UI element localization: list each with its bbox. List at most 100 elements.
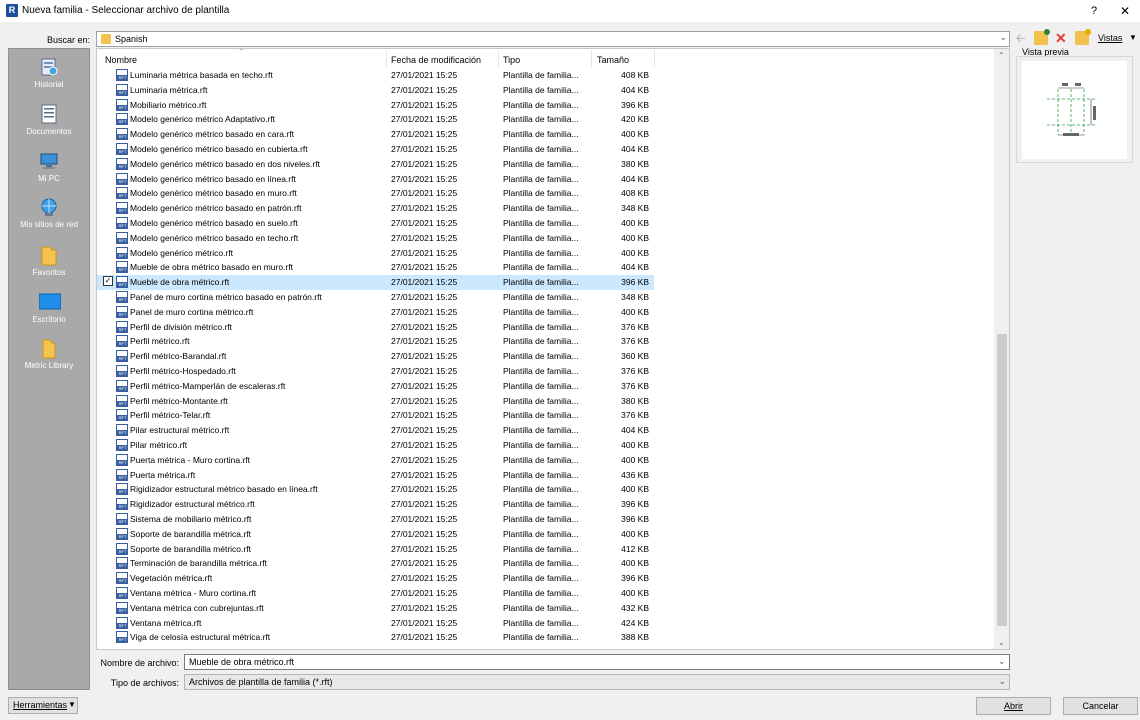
file-row[interactable]: Modelo genérico métrico.rft 27/01/2021 15…: [97, 246, 654, 261]
file-row[interactable]: Panel de muro cortina métrico.rft 27/01/2…: [97, 305, 654, 320]
file-row[interactable]: Perfil métrico-Telar.rft 27/01/2021 15:25…: [97, 408, 654, 423]
file-row[interactable]: Puerta métrica - Muro cortina.rft 27/01/2…: [97, 453, 654, 468]
file-name: Perfil métrico-Barandal.rft: [130, 351, 227, 362]
file-row[interactable]: Ventana métrica con cubrejuntas.rft 27/01…: [97, 601, 654, 616]
file-size: 400 KB: [621, 247, 649, 258]
file-type: Plantilla de familia...: [503, 543, 579, 554]
rft-file-icon: [116, 98, 128, 111]
chevron-down-icon[interactable]: ⌄: [998, 656, 1006, 667]
file-row[interactable]: Modelo genérico métrico basado en suelo.…: [97, 216, 654, 231]
file-list[interactable]: ⌃ Nombre Fecha de modificación Tipo Tama…: [96, 48, 1010, 650]
delete-icon[interactable]: ✕: [1055, 31, 1069, 45]
filename-input[interactable]: [184, 654, 1010, 670]
rft-file-icon: [116, 587, 128, 599]
file-row[interactable]: Vegetación métrica.rft 27/01/2021 15:25 Pl…: [97, 571, 654, 586]
file-row[interactable]: Perfil métrico-Mamperlán de escaleras.rf…: [97, 379, 654, 394]
file-row[interactable]: Modelo genérico métrico Adaptativo.rft 27…: [97, 112, 654, 127]
sidebar-item-documentos[interactable]: Documentos: [9, 104, 89, 136]
file-row[interactable]: Perfil métrico.rft 27/01/2021 15:25 Planti…: [97, 334, 654, 349]
sidebar-item-historial[interactable]: Historial: [9, 57, 89, 89]
views-dropdown-arrow-icon[interactable]: ▼: [1129, 33, 1137, 42]
file-date: 27/01/2021 15:25: [391, 158, 458, 169]
column-header-type[interactable]: Tipo: [503, 55, 520, 65]
chevron-down-icon[interactable]: ⌄: [999, 32, 1007, 43]
checkbox-checked-icon[interactable]: ✓: [103, 276, 113, 287]
file-row[interactable]: Modelo genérico métrico basado en patrón…: [97, 201, 654, 216]
file-row[interactable]: Mueble de obra métrico basado en muro.rf…: [97, 260, 654, 275]
column-divider[interactable]: [498, 50, 499, 67]
look-in-combo[interactable]: Spanish ⌄: [96, 31, 1010, 47]
file-row[interactable]: Terminación de barandilla métrica.rft 27/…: [97, 556, 654, 571]
file-row[interactable]: Perfil métrico-Hospedado.rft 27/01/2021 1…: [97, 364, 654, 379]
back-arrow-icon[interactable]: 🡠: [1016, 31, 1030, 45]
column-divider[interactable]: [386, 50, 387, 67]
file-row[interactable]: Perfil métrico-Montante.rft 27/01/2021 15…: [97, 394, 654, 409]
file-row[interactable]: Mobiliario métrico.rft 27/01/2021 15:25 Pl…: [97, 98, 654, 113]
file-row[interactable]: Pilar métrico.rft 27/01/2021 15:25 Plantil…: [97, 438, 654, 453]
scroll-down-icon[interactable]: ⌄: [994, 638, 1009, 647]
file-name: Ventana métrica con cubrejuntas.rft: [130, 602, 264, 613]
rft-file-icon: [116, 217, 128, 229]
sidebar-item-mi-pc[interactable]: Mi PC: [9, 151, 89, 183]
file-row[interactable]: Perfil de división métrico.rft 27/01/2021…: [97, 320, 654, 335]
file-date: 27/01/2021 15:25: [391, 203, 458, 214]
filetype-selected-value: Archivos de plantilla de familia (*.rft): [189, 677, 333, 687]
cancel-button[interactable]: Cancelar: [1063, 697, 1138, 715]
file-size: 376 KB: [621, 366, 649, 376]
help-button[interactable]: ?: [1085, 2, 1103, 20]
file-row[interactable]: Modelo genérico métrico basado en muro.r…: [97, 186, 654, 201]
close-button[interactable]: ✕: [1116, 2, 1134, 20]
current-folder-name: Spanish: [115, 34, 148, 44]
filetype-select[interactable]: Archivos de plantilla de familia (*.rft)…: [184, 674, 1010, 690]
file-row[interactable]: Panel de muro cortina métrico basado en …: [97, 290, 654, 305]
file-row[interactable]: Ventana métrica - Muro cortina.rft 27/01/…: [97, 586, 654, 601]
file-row[interactable]: Modelo genérico métrico basado en cubier…: [97, 142, 654, 157]
column-header-name[interactable]: Nombre: [105, 55, 137, 65]
chevron-down-icon[interactable]: ⌄: [998, 676, 1006, 687]
column-header-size[interactable]: Tamaño: [597, 55, 629, 65]
file-row[interactable]: Puerta métrica.rft 27/01/2021 15:25 Planti…: [97, 468, 654, 483]
column-divider[interactable]: [654, 50, 655, 67]
sidebar-item-metric-library[interactable]: Metric Library: [9, 338, 89, 370]
up-folder-icon[interactable]: [1034, 29, 1050, 45]
file-row[interactable]: Modelo genérico métrico basado en techo.…: [97, 231, 654, 246]
vertical-scrollbar[interactable]: ⌃ ⌄: [994, 49, 1009, 649]
column-header-date[interactable]: Fecha de modificación: [391, 55, 481, 65]
file-name: Puerta métrica.rft: [130, 469, 196, 480]
file-row[interactable]: Viga de celosía estructural métrica.rft 2…: [97, 630, 654, 645]
sidebar-item-mis-sitios-de-red[interactable]: Mis sitios de red: [9, 197, 89, 229]
open-button-label: Abrir: [1003, 701, 1023, 711]
file-row[interactable]: Modelo genérico métrico basado en línea.…: [97, 172, 654, 187]
file-row[interactable]: Rigidizador estructural métrico.rft 27/01…: [97, 497, 654, 512]
file-row[interactable]: Luminaria métrica.rft 27/01/2021 15:25 Pla…: [97, 83, 654, 98]
file-row[interactable]: Ventana métrica.rft 27/01/2021 15:25 Plant…: [97, 616, 654, 631]
file-size: 400 KB: [621, 306, 649, 317]
file-row[interactable]: Rigidizador estructural métrico basado e…: [97, 482, 654, 497]
views-button[interactable]: Vistas: [1098, 33, 1122, 43]
file-row[interactable]: Soporte de barandilla métrico.rft 27/01/2…: [97, 542, 654, 557]
scroll-up-icon[interactable]: ⌃: [994, 51, 1009, 60]
file-row[interactable]: Modelo genérico métrico basado en cara.r…: [97, 127, 654, 142]
file-row[interactable]: Modelo genérico métrico basado en dos ni…: [97, 157, 654, 172]
file-type: Plantilla de familia...: [503, 218, 579, 228]
file-row[interactable]: Soporte de barandilla métrica.rft 27/01/2…: [97, 527, 654, 542]
file-date: 27/01/2021 15:25: [391, 588, 458, 598]
new-folder-icon[interactable]: [1075, 29, 1091, 45]
column-divider[interactable]: [591, 50, 592, 67]
tools-dropdown-arrow-icon[interactable]: ▼: [68, 700, 76, 709]
file-date: 27/01/2021 15:25: [391, 247, 458, 258]
file-size: 400 KB: [621, 528, 649, 539]
rft-file-icon: [116, 513, 128, 525]
file-row[interactable]: ✓ Mueble de obra métrico.rft 27/01/2021 15…: [97, 275, 654, 290]
sidebar-item-escritorio[interactable]: Escritorio: [9, 292, 89, 324]
file-size: 360 KB: [621, 351, 649, 362]
file-size: 420 KB: [621, 114, 649, 125]
file-row[interactable]: Sistema de mobiliario métrico.rft 27/01/2…: [97, 512, 654, 527]
scroll-thumb[interactable]: [997, 334, 1007, 626]
file-row[interactable]: Pilar estructural métrico.rft 27/01/2021 …: [97, 423, 654, 438]
file-name: Modelo genérico métrico basado en patrón…: [130, 203, 302, 214]
file-row[interactable]: Perfil métrico-Barandal.rft 27/01/2021 15…: [97, 349, 654, 364]
sidebar-item-favoritos[interactable]: Favoritos: [9, 245, 89, 277]
open-button[interactable]: Abrir: [976, 697, 1051, 715]
file-row[interactable]: Luminaria métrica basada en techo.rft 27/…: [97, 68, 654, 83]
